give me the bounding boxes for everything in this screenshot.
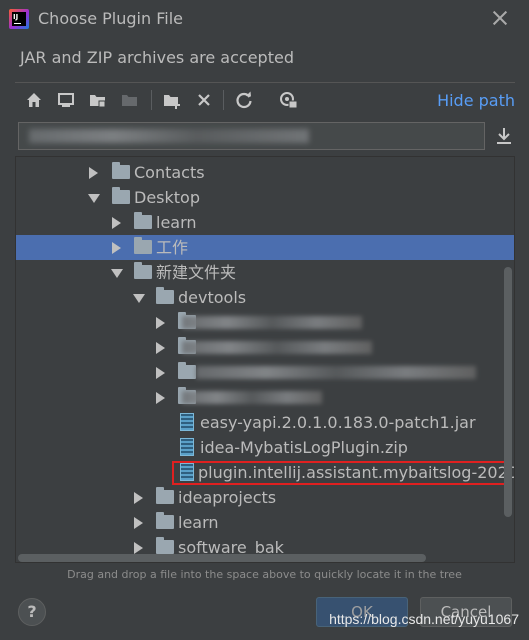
- help-button[interactable]: ?: [18, 598, 46, 626]
- path-bar: [15, 119, 515, 153]
- divider: [15, 82, 515, 83]
- folder-icon: [134, 237, 152, 254]
- tree-row[interactable]: devtools: [16, 285, 514, 310]
- folder-icon: [156, 487, 174, 504]
- archive-file-icon: [180, 438, 194, 456]
- tree-row[interactable]: [16, 335, 514, 360]
- folder-icon: [156, 512, 174, 529]
- watermark: https://blog.csdn.net/yuyu1067: [329, 611, 519, 627]
- expand-arrow-icon[interactable]: [134, 542, 143, 554]
- module-folder-icon[interactable]: [119, 89, 141, 111]
- tree-row-highlighted[interactable]: plugin.intellij.assistant.mybaitslog-202…: [16, 460, 514, 485]
- tree-row[interactable]: ideaprojects: [16, 485, 514, 510]
- folder-icon: [134, 262, 152, 279]
- tree-row-label: 工作: [156, 238, 189, 257]
- folder-icon: [112, 162, 130, 179]
- horizontal-scrollbar[interactable]: [18, 554, 426, 562]
- tree-row[interactable]: learn: [16, 510, 514, 535]
- desktop-icon[interactable]: [55, 89, 77, 111]
- delete-icon[interactable]: [193, 89, 215, 111]
- tree-row-label: devtools: [178, 288, 247, 307]
- file-chooser-toolbar: Hide path: [15, 87, 515, 115]
- dialog-description: JAR and ZIP archives are accepted: [20, 48, 294, 67]
- tree-row[interactable]: [16, 310, 514, 335]
- expand-arrow-icon[interactable]: [156, 342, 165, 354]
- tree-row-label: 新建文件夹: [156, 263, 237, 282]
- tree-row[interactable]: [16, 360, 514, 385]
- blurred-label: [182, 341, 372, 354]
- folder-icon: [156, 287, 174, 304]
- tree-row[interactable]: idea-MybatisLogPlugin.zip: [16, 435, 514, 460]
- show-hidden-icon[interactable]: [277, 89, 299, 111]
- tree-row-label: plugin.intellij.assistant.mybaitslog-202…: [172, 461, 514, 485]
- toolbar-separator: [151, 90, 152, 110]
- tree-row-label: easy-yapi.2.0.1.0.183.0-patch1.jar: [200, 413, 476, 432]
- tree-row-selected[interactable]: 工作: [16, 235, 514, 260]
- expand-arrow-icon[interactable]: [156, 392, 165, 404]
- expand-arrow-icon[interactable]: [112, 242, 121, 254]
- tree-row-label: learn: [156, 213, 197, 232]
- blurred-label: [196, 366, 476, 379]
- new-folder-icon[interactable]: [161, 89, 183, 111]
- home-icon[interactable]: [23, 89, 45, 111]
- tree-row[interactable]: Desktop: [16, 185, 514, 210]
- folder-icon: [156, 537, 174, 554]
- folder-icon: [178, 362, 196, 379]
- expand-arrow-icon[interactable]: [89, 167, 98, 179]
- tree-row-label: ideaprojects: [178, 488, 277, 507]
- toolbar-separator: [223, 90, 224, 110]
- project-folder-icon[interactable]: [87, 89, 109, 111]
- refresh-icon[interactable]: [233, 89, 255, 111]
- archive-file-icon: [180, 413, 194, 431]
- archive-file-icon: [180, 463, 194, 481]
- tree-row-label: learn: [178, 513, 219, 532]
- tree-row[interactable]: 新建文件夹: [16, 260, 514, 285]
- tree-row-label: Desktop: [134, 188, 200, 207]
- dialog-title: Choose Plugin File: [38, 9, 183, 28]
- tree-row-label: idea-MybatisLogPlugin.zip: [200, 438, 408, 457]
- tree-row[interactable]: learn: [16, 210, 514, 235]
- tree-row[interactable]: easy-yapi.2.0.1.0.183.0-patch1.jar: [16, 410, 514, 435]
- collapse-arrow-icon[interactable]: [133, 294, 145, 303]
- expand-arrow-icon[interactable]: [134, 517, 143, 529]
- expand-arrow-icon[interactable]: [112, 217, 121, 229]
- download-icon[interactable]: [495, 126, 513, 146]
- blurred-label: [182, 391, 322, 404]
- drag-drop-hint: Drag and drop a file into the space abov…: [67, 568, 462, 581]
- path-input[interactable]: [18, 122, 485, 150]
- folder-icon: [134, 212, 152, 229]
- vertical-scrollbar[interactable]: [504, 267, 512, 517]
- tree-row-label: Contacts: [134, 163, 205, 182]
- hide-path-link[interactable]: Hide path: [437, 91, 515, 110]
- tree-row[interactable]: [16, 385, 514, 410]
- expand-arrow-icon[interactable]: [156, 317, 165, 329]
- folder-icon: [112, 187, 130, 204]
- intellij-app-icon: IJ: [9, 9, 29, 29]
- expand-arrow-icon[interactable]: [134, 492, 143, 504]
- tree-row[interactable]: Contacts: [16, 160, 514, 185]
- blurred-label: [182, 316, 362, 329]
- expand-arrow-icon[interactable]: [156, 367, 165, 379]
- collapse-arrow-icon[interactable]: [111, 269, 123, 278]
- close-icon[interactable]: [490, 8, 510, 28]
- blurred-path: [29, 129, 309, 143]
- title-bar: IJ Choose Plugin File: [0, 0, 529, 38]
- collapse-arrow-icon[interactable]: [88, 194, 100, 203]
- file-tree[interactable]: Contacts Desktop learn 工作 新建文件夹 devtools: [15, 156, 515, 563]
